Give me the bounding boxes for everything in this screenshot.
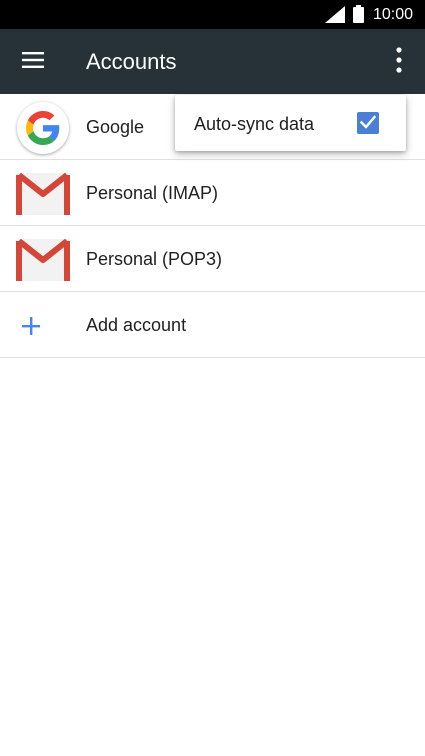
plus-icon: [4, 299, 58, 353]
overflow-menu-icon: [396, 47, 402, 77]
auto-sync-checkbox[interactable]: [357, 112, 379, 134]
signal-icon: [325, 6, 345, 27]
status-bar: 10:00: [0, 0, 425, 29]
add-account-label: Add account: [86, 315, 187, 335]
account-row-imap[interactable]: Personal (IMAP): [0, 160, 425, 226]
status-time: 10:00: [373, 6, 414, 23]
battery-icon: [353, 5, 364, 27]
gmail-icon: [16, 167, 70, 221]
checkmark-icon: [359, 114, 377, 133]
gmail-icon: [16, 233, 70, 287]
page-title: Accounts: [86, 49, 177, 74]
account-row-pop3[interactable]: Personal (POP3): [0, 226, 425, 292]
account-label: Personal (POP3): [86, 249, 223, 269]
menu-button[interactable]: [14, 43, 52, 81]
add-account-row[interactable]: Add account: [0, 292, 425, 358]
overflow-popup-menu: Auto-sync data: [175, 95, 406, 151]
hamburger-menu-icon: [22, 52, 44, 72]
google-icon: [16, 101, 70, 155]
app-bar: Accounts: [0, 29, 425, 94]
overflow-menu-button[interactable]: [382, 43, 416, 81]
account-label: Personal (IMAP): [86, 183, 219, 203]
account-label: Google: [86, 117, 145, 137]
auto-sync-label[interactable]: Auto-sync data: [194, 113, 314, 135]
